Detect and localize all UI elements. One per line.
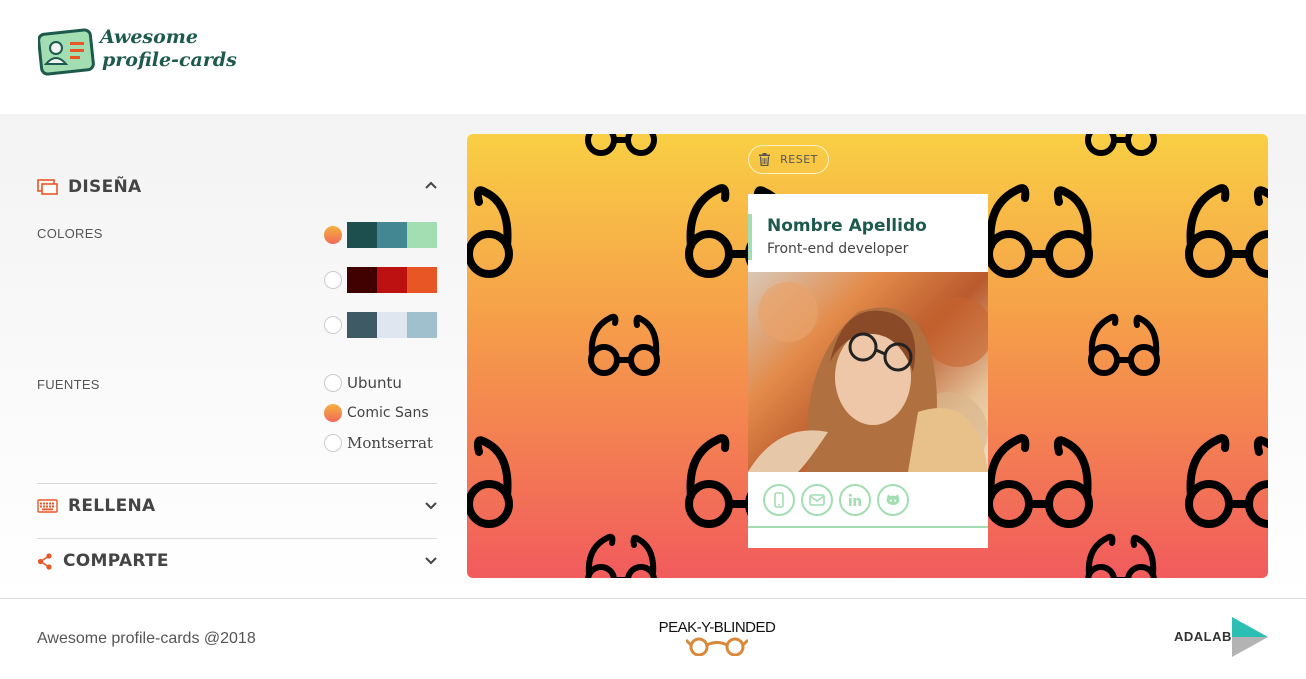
font-option-ubuntu[interactable]: Ubuntu	[324, 373, 402, 393]
team-name: PEAK-Y-BLINDED	[658, 619, 776, 636]
palette-1-color-3	[407, 222, 437, 248]
adalab-logo[interactable]: ADALAB	[1174, 617, 1274, 657]
palette-option-3[interactable]	[324, 312, 437, 338]
section-divider	[37, 483, 437, 484]
card-preview-area: RESET Nombre Apellido Front-end develope…	[467, 134, 1268, 578]
font-option-comic-sans[interactable]: Comic Sans	[324, 403, 429, 423]
palette-option-2[interactable]	[324, 267, 437, 293]
github-icon[interactable]	[877, 484, 909, 516]
design-section-header[interactable]: DISEÑA	[37, 172, 437, 202]
palette-option-1[interactable]	[324, 222, 437, 248]
font-radio-ubuntu[interactable]	[324, 374, 342, 392]
page-header: Awesome profile-cards	[0, 0, 1306, 114]
fill-section-header[interactable]: RELLENA	[37, 491, 437, 521]
palette-1-color-1	[347, 222, 377, 248]
fill-section-title: RELLENA	[68, 496, 156, 516]
design-section-title: DISEÑA	[68, 177, 142, 197]
font-name-comic-sans: Comic Sans	[347, 405, 429, 421]
palette-radio-1[interactable]	[324, 226, 342, 244]
palette-2-color-3	[407, 267, 437, 293]
email-icon[interactable]	[801, 484, 833, 516]
share-section-header[interactable]: COMPARTE	[37, 546, 437, 576]
chevron-down-icon[interactable]	[425, 554, 437, 566]
share-section-title: COMPARTE	[63, 551, 169, 571]
font-name-ubuntu: Ubuntu	[347, 374, 402, 392]
palette-radio-2[interactable]	[324, 271, 342, 289]
profile-card: Nombre Apellido Front-end developer	[748, 194, 988, 548]
colors-label: COLORES	[37, 226, 103, 241]
school-name: ADALAB	[1174, 629, 1232, 644]
design-icon	[37, 179, 59, 195]
chevron-up-icon[interactable]	[425, 180, 437, 192]
keyboard-icon	[37, 498, 59, 514]
palette-2-color-2	[377, 267, 407, 293]
font-radio-montserrat[interactable]	[324, 434, 342, 452]
logo-line-2: profile-cards	[102, 49, 237, 71]
reset-label: RESET	[780, 153, 818, 166]
font-option-montserrat[interactable]: Montserrat	[324, 433, 433, 453]
palette-3-color-1	[347, 312, 377, 338]
team-logo[interactable]: PEAK-Y-BLINDED	[652, 619, 782, 663]
card-name: Nombre Apellido	[767, 216, 927, 236]
app-logo[interactable]: Awesome profile-cards	[38, 26, 248, 82]
trash-icon	[759, 153, 771, 166]
footer-copyright: Awesome profile-cards @2018	[37, 630, 256, 647]
card-job: Front-end developer	[767, 241, 909, 257]
logo-line-1: Awesome	[100, 26, 198, 48]
phone-icon[interactable]	[763, 484, 795, 516]
card-photo	[748, 272, 988, 472]
chevron-down-icon[interactable]	[425, 499, 437, 511]
page-footer: Awesome profile-cards @2018 PEAK-Y-BLIND…	[0, 598, 1306, 679]
palette-3-color-3	[407, 312, 437, 338]
adalab-arrow-icon	[1232, 617, 1268, 657]
palette-3-color-2	[377, 312, 407, 338]
share-icon	[37, 552, 54, 570]
card-social-links	[763, 484, 915, 516]
font-name-montserrat: Montserrat	[347, 434, 433, 452]
palette-2-color-1	[347, 267, 377, 293]
font-radio-comic-sans[interactable]	[324, 404, 342, 422]
profile-card-icon	[38, 28, 95, 76]
reset-button[interactable]: RESET	[748, 145, 829, 174]
palette-radio-3[interactable]	[324, 316, 342, 334]
card-bottom-line	[748, 526, 988, 528]
section-divider	[37, 538, 437, 539]
card-header: Nombre Apellido Front-end developer	[748, 214, 988, 260]
fonts-label: FUENTES	[37, 377, 100, 392]
glasses-icon	[686, 637, 748, 656]
palette-1-color-2	[377, 222, 407, 248]
linkedin-icon[interactable]	[839, 484, 871, 516]
